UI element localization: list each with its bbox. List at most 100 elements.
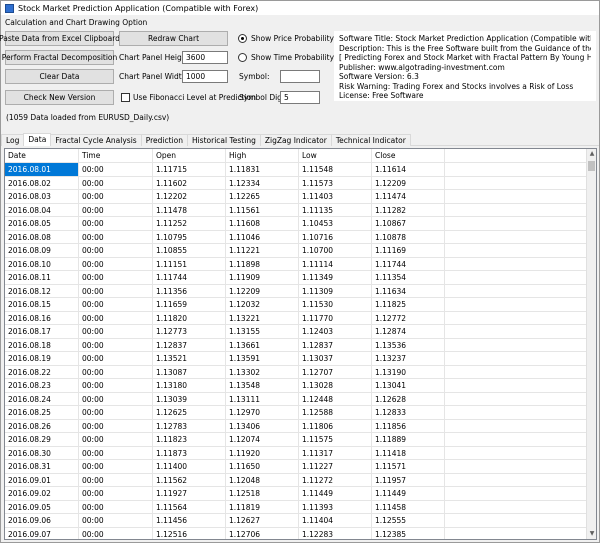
cell-time[interactable]: 00:00 [79, 514, 153, 527]
tab-historical-testing[interactable]: Historical Testing [186, 134, 261, 146]
cell-close[interactable]: 1.12555 [372, 514, 445, 527]
cell-date[interactable]: 2016.08.15 [5, 298, 79, 311]
cell-low[interactable]: 1.11404 [299, 514, 372, 527]
cell-date[interactable]: 2016.09.07 [5, 527, 79, 539]
cell-date[interactable]: 2016.08.29 [5, 433, 79, 446]
cell-time[interactable]: 00:00 [79, 338, 153, 352]
table-row[interactable]: 2016.08.22 00:00 1.13087 1.13302 1.12707 1.13… [5, 365, 588, 379]
cell-date[interactable]: 2016.08.02 [5, 176, 79, 190]
cell-date[interactable]: 2016.08.19 [5, 352, 79, 365]
cell-high[interactable]: 1.11898 [226, 257, 299, 271]
cell-open[interactable]: 1.11478 [153, 203, 226, 217]
column-header-date[interactable]: Date [5, 149, 79, 163]
cell-open[interactable]: 1.13521 [153, 352, 226, 365]
cell-date[interactable]: 2016.08.03 [5, 190, 79, 203]
cell-date[interactable]: 2016.08.08 [5, 230, 79, 244]
cell-high[interactable]: 1.11221 [226, 244, 299, 257]
fractal-decomposition-button[interactable]: Perform Fractal Decomposition [2, 50, 117, 65]
table-row[interactable]: 2016.08.17 00:00 1.12773 1.13155 1.12403 1.12… [5, 325, 588, 339]
cell-open[interactable]: 1.11659 [153, 298, 226, 311]
table-row[interactable]: 2016.08.30 00:00 1.11873 1.11920 1.11317 1.11… [5, 446, 588, 460]
cell-close[interactable]: 1.12874 [372, 325, 445, 338]
cell-close[interactable]: 1.13237 [372, 352, 445, 365]
cell-low[interactable]: 1.11575 [299, 433, 372, 446]
tab-prediction[interactable]: Prediction [140, 134, 188, 146]
cell-close[interactable]: 1.11571 [372, 460, 445, 473]
column-header-open[interactable]: Open [153, 149, 226, 163]
cell-close[interactable]: 1.13536 [372, 338, 445, 352]
cell-date[interactable]: 2016.08.18 [5, 338, 79, 352]
scroll-thumb[interactable] [588, 161, 595, 171]
cell-date[interactable]: 2016.09.06 [5, 514, 79, 527]
cell-open[interactable]: 1.11562 [153, 473, 226, 487]
table-row[interactable]: 2016.08.31 00:00 1.11400 1.11650 1.11227 1.11… [5, 460, 588, 474]
table-row[interactable]: 2016.09.07 00:00 1.12516 1.12706 1.12283 1.12… [5, 527, 588, 539]
cell-close[interactable]: 1.11449 [372, 487, 445, 500]
cell-date[interactable]: 2016.08.01 [5, 163, 79, 176]
cell-date[interactable]: 2016.08.30 [5, 446, 79, 460]
cell-high[interactable]: 1.13406 [226, 419, 299, 433]
table-row[interactable]: 2016.08.29 00:00 1.11823 1.12074 1.11575 1.11… [5, 433, 588, 447]
cell-date[interactable]: 2016.08.26 [5, 419, 79, 433]
cell-high[interactable]: 1.12334 [226, 176, 299, 190]
table-row[interactable]: 2016.08.15 00:00 1.11659 1.12032 1.11530 1.11… [5, 298, 588, 312]
paste-clipboard-button[interactable]: Paste Data from Excel Clipboard [0, 31, 120, 46]
cell-high[interactable]: 1.13302 [226, 365, 299, 379]
cell-date[interactable]: 2016.08.16 [5, 311, 79, 325]
cell-high[interactable]: 1.13155 [226, 325, 299, 338]
cell-low[interactable]: 1.11393 [299, 500, 372, 514]
cell-close[interactable]: 1.11957 [372, 473, 445, 487]
cell-close[interactable]: 1.11744 [372, 257, 445, 271]
cell-high[interactable]: 1.11608 [226, 217, 299, 230]
cell-low[interactable]: 1.11548 [299, 163, 372, 176]
cell-date[interactable]: 2016.08.24 [5, 392, 79, 406]
cell-time[interactable]: 00:00 [79, 487, 153, 500]
cell-close[interactable]: 1.13190 [372, 365, 445, 379]
cell-time[interactable]: 00:00 [79, 230, 153, 244]
table-row[interactable]: 2016.08.16 00:00 1.11820 1.13221 1.11770 1.12… [5, 311, 588, 325]
cell-time[interactable]: 00:00 [79, 271, 153, 284]
cell-close[interactable]: 1.11634 [372, 284, 445, 298]
cell-close[interactable]: 1.12628 [372, 392, 445, 406]
cell-high[interactable]: 1.11831 [226, 163, 299, 176]
cell-time[interactable]: 00:00 [79, 244, 153, 257]
tab-fractal-cycle[interactable]: Fractal Cycle Analysis [50, 134, 142, 146]
table-row[interactable]: 2016.08.09 00:00 1.10855 1.11221 1.10700 1.11… [5, 244, 588, 258]
tab-zigzag[interactable]: ZigZag Indicator [259, 134, 332, 146]
cell-close[interactable]: 1.11889 [372, 433, 445, 446]
cell-open[interactable]: 1.12837 [153, 338, 226, 352]
cell-open[interactable]: 1.11823 [153, 433, 226, 446]
column-header-low[interactable]: Low [299, 149, 372, 163]
cell-low[interactable]: 1.11770 [299, 311, 372, 325]
cell-date[interactable]: 2016.08.05 [5, 217, 79, 230]
cell-time[interactable]: 00:00 [79, 352, 153, 365]
cell-time[interactable]: 00:00 [79, 190, 153, 203]
cell-high[interactable]: 1.12627 [226, 514, 299, 527]
table-row[interactable]: 2016.08.01 00:00 1.11715 1.11831 1.11548 1.11… [5, 163, 588, 177]
vertical-scrollbar[interactable]: ▲ ▼ [586, 149, 596, 539]
cell-open[interactable]: 1.12773 [153, 325, 226, 338]
cell-time[interactable]: 00:00 [79, 379, 153, 392]
cell-date[interactable]: 2016.09.02 [5, 487, 79, 500]
cell-time[interactable]: 00:00 [79, 217, 153, 230]
cell-high[interactable]: 1.12518 [226, 487, 299, 500]
cell-close[interactable]: 1.11474 [372, 190, 445, 203]
tab-data[interactable]: Data [23, 133, 52, 146]
table-row[interactable]: 2016.08.03 00:00 1.12202 1.12265 1.11403 1.11… [5, 190, 588, 204]
cell-date[interactable]: 2016.08.31 [5, 460, 79, 473]
cell-low[interactable]: 1.11272 [299, 473, 372, 487]
cell-date[interactable]: 2016.09.01 [5, 473, 79, 487]
cell-time[interactable]: 00:00 [79, 311, 153, 325]
cell-close[interactable]: 1.11825 [372, 298, 445, 311]
table-row[interactable]: 2016.08.12 00:00 1.11356 1.12209 1.11309 1.11… [5, 284, 588, 298]
cell-close[interactable]: 1.12385 [372, 527, 445, 539]
cell-time[interactable]: 00:00 [79, 392, 153, 406]
cell-high[interactable]: 1.12074 [226, 433, 299, 446]
cell-open[interactable]: 1.13039 [153, 392, 226, 406]
table-row[interactable]: 2016.08.26 00:00 1.12783 1.13406 1.11806 1.11… [5, 419, 588, 433]
cell-high[interactable]: 1.11920 [226, 446, 299, 460]
table-row[interactable]: 2016.08.23 00:00 1.13180 1.13548 1.13028 1.13… [5, 379, 588, 393]
table-row[interactable]: 2016.09.02 00:00 1.11927 1.12518 1.11449 1.11… [5, 487, 588, 501]
cell-low[interactable]: 1.10716 [299, 230, 372, 244]
column-header-close[interactable]: Close [372, 149, 445, 163]
